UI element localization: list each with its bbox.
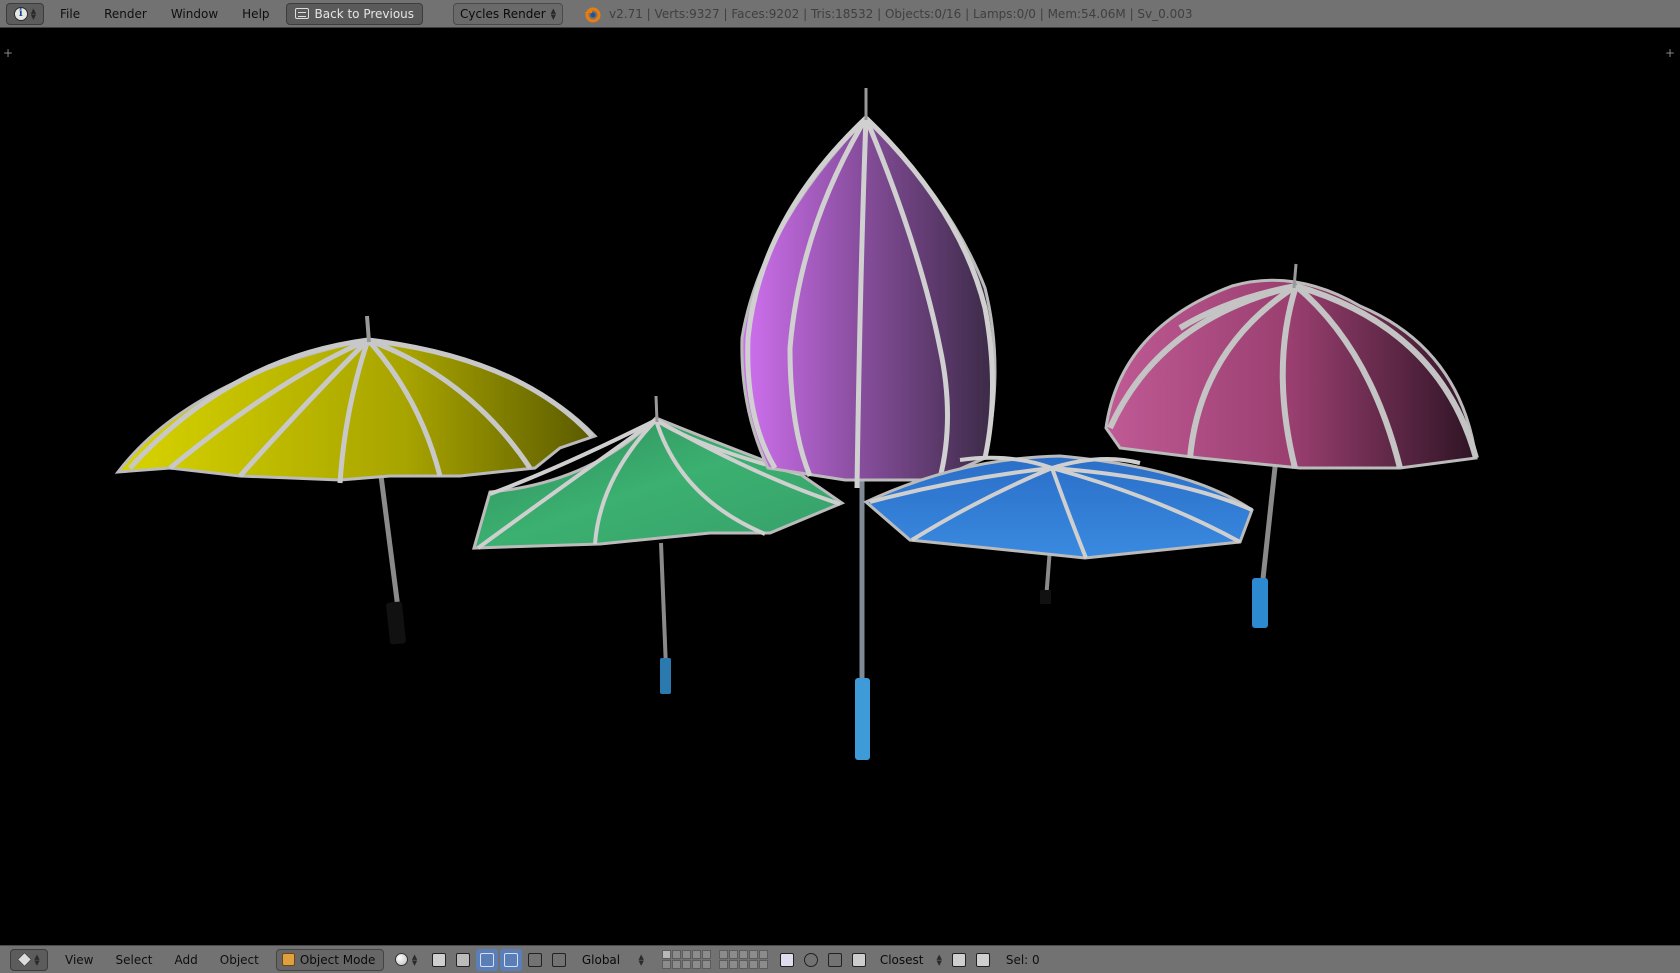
menu-object[interactable]: Object [209,953,270,967]
snap-element-selector[interactable] [848,949,870,971]
snap-target-selector[interactable]: Closest ▲ ▼ [876,949,946,971]
curve-manipulator[interactable] [548,949,570,971]
render-engine-selector[interactable]: Cycles Render ▲ ▼ [453,2,564,25]
clapper-icon [975,952,990,967]
editor-type-selector[interactable]: ▲ ▼ [10,948,48,971]
menu-help[interactable]: Help [230,3,281,25]
object-mode-selector[interactable]: Object Mode [275,948,384,971]
snap-element-icon [851,952,866,967]
3d-view-header: ▲ ▼ View Select Add Object Object Mode ▲ ▼… [0,945,1680,973]
menu-add[interactable]: Add [164,953,209,967]
viewport-shading-selector[interactable]: ▲ ▼ [392,949,426,971]
info-header: i ▲ ▼ File Render Window Help Back to Pre… [0,0,1680,28]
magnet-icon [827,952,842,967]
snap-target-label: Closest [879,952,924,967]
scene-layers-group-2[interactable] [718,950,768,969]
orientation-label: Global [581,952,621,967]
object-cube-icon [281,953,295,966]
selection-count: Sel: 0 [1005,952,1040,967]
scene-statistics: v2.71 | Verts:9327 | Faces:9202 | Tris:1… [609,6,1193,21]
menu-window[interactable]: Window [159,3,230,25]
translate-manipulator[interactable] [475,948,498,971]
rotate-manipulator[interactable] [499,948,522,971]
3d-viewport[interactable]: + + [0,28,1680,945]
proportional-icon [803,952,818,967]
scale-manipulator[interactable] [524,949,546,971]
updown-icon: ▲ ▼ [550,6,557,21]
translate-icon [479,952,494,967]
pivot-icon [431,952,446,967]
pink-umbrella[interactable] [1104,263,1479,628]
scene-render [114,88,1479,760]
updown-icon: ▲ ▼ [638,952,644,967]
camera-icon [951,952,966,967]
curve-icon [551,952,566,967]
manipulator-toggle[interactable] [452,949,474,971]
scene-layers-group-1[interactable] [661,950,711,969]
blue-umbrella[interactable] [863,454,1254,604]
screen-back-icon [294,8,309,19]
mode-label: Object Mode [299,952,376,967]
updown-icon: ▲ ▼ [936,952,942,967]
lock-icon [779,952,794,967]
rotate-icon [503,952,518,967]
pivot-point-button[interactable] [428,949,450,971]
updown-icon: ▲ ▼ [30,6,37,21]
menu-render[interactable]: Render [92,3,159,25]
transform-orientation-selector[interactable]: Global ▲ ▼ [578,949,648,971]
back-to-previous-button[interactable]: Back to Previous [285,2,424,25]
editor-type-selector[interactable]: i ▲ ▼ [6,2,44,25]
menu-file[interactable]: File [48,3,92,25]
back-to-previous-label: Back to Previous [314,6,415,21]
region-corner-right-icon[interactable]: + [1665,46,1675,60]
purple-umbrella[interactable] [740,88,997,760]
menu-view[interactable]: View [54,953,104,967]
blender-logo-icon [584,7,601,22]
manipulator-icon [455,952,470,967]
menu-select[interactable]: Select [104,953,163,967]
scale-icon [527,952,542,967]
updown-icon: ▲ ▼ [34,952,40,967]
snap-toggle[interactable] [824,949,846,971]
opengl-animation-button[interactable] [972,949,994,971]
lock-layers-button[interactable] [776,949,798,971]
updown-icon: ▲ ▼ [411,952,418,967]
info-icon: i [13,6,28,21]
solid-shading-icon [394,953,408,966]
render-engine-label: Cycles Render [460,6,546,21]
opengl-render-button[interactable] [948,949,970,971]
3d-view-cube-icon [17,952,33,967]
region-corner-left-icon[interactable]: + [3,46,13,60]
proportional-edit-button[interactable] [800,949,822,971]
